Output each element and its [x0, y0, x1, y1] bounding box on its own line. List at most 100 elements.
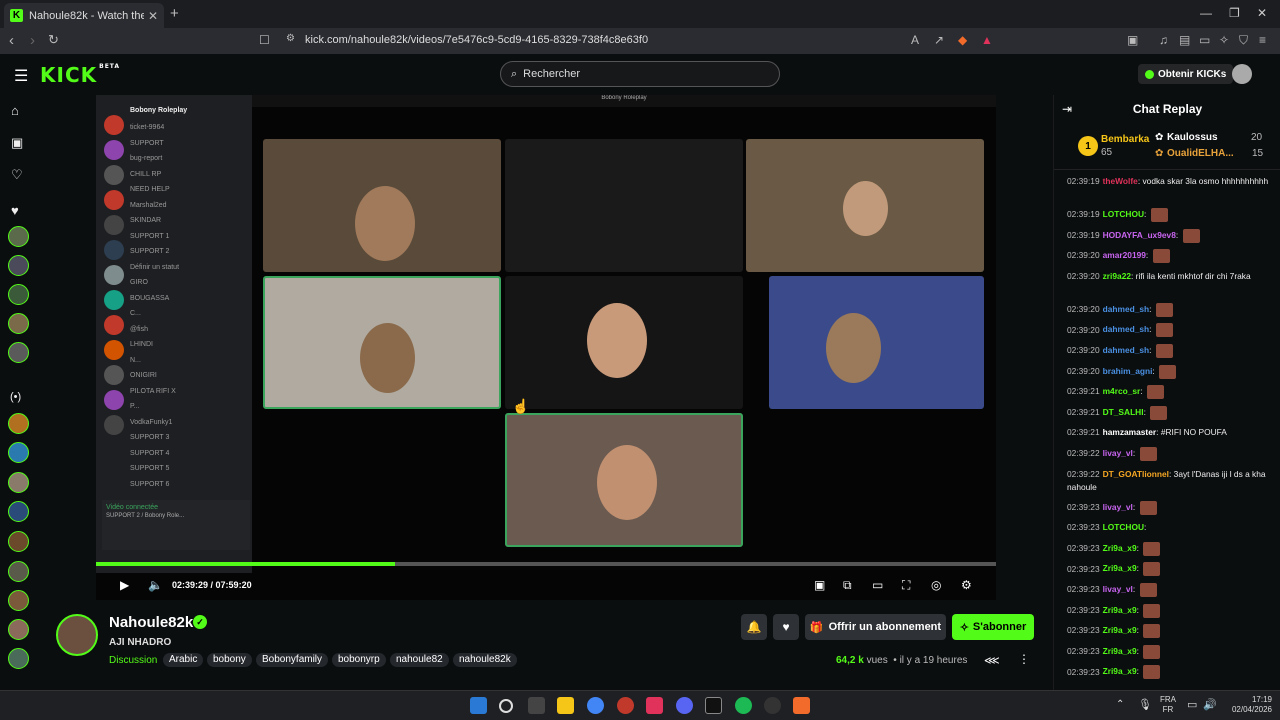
followed-channel-avatar[interactable]	[8, 255, 29, 276]
close-tab-icon[interactable]: ✕	[148, 9, 158, 23]
followed-channel-avatar[interactable]	[8, 531, 29, 552]
message-username[interactable]: livay_vl	[1103, 502, 1133, 512]
tag-chip[interactable]: Bobonyfamily	[256, 653, 329, 667]
brave-rewards-icon[interactable]: ▲	[981, 33, 993, 47]
browser-tab[interactable]: K Nahoule82k - Watch the VOD o ✕	[4, 3, 164, 28]
followed-channel-avatar[interactable]	[8, 413, 29, 434]
vpn-icon[interactable]: ⛉	[1239, 33, 1248, 48]
message-username[interactable]: LOTCHOU	[1103, 522, 1144, 532]
task-view-icon[interactable]	[528, 697, 545, 714]
clip-icon[interactable]: ▣	[814, 578, 825, 592]
message-username[interactable]: Zri9a_x9	[1103, 625, 1137, 635]
message-username[interactable]: theWolfe	[1103, 176, 1138, 186]
network-icon[interactable]: ▭	[1187, 698, 1197, 711]
translate-icon[interactable]: A	[911, 33, 919, 47]
menu-icon[interactable]: ≡	[1259, 33, 1266, 47]
kick-logo[interactable]: KICK BETA	[40, 63, 120, 87]
get-kicks-button[interactable]: Obtenir KICKs	[1138, 64, 1234, 84]
fullscreen-icon[interactable]: ⛶	[902, 578, 910, 593]
message-username[interactable]: dahmed_sh	[1103, 325, 1150, 335]
message-username[interactable]: Zri9a_x9	[1103, 564, 1137, 574]
microphone-icon[interactable]: 🎙	[1138, 698, 1152, 711]
close-window-icon[interactable]: ✕	[1257, 6, 1267, 20]
favorites-icon[interactable]: ♥	[11, 203, 19, 218]
share-page-icon[interactable]: ↗	[934, 33, 944, 47]
theater-mode-icon[interactable]: ▭	[872, 578, 883, 592]
tray-overflow-icon[interactable]: ⌃	[1116, 699, 1124, 710]
message-username[interactable]: dahmed_sh	[1103, 345, 1150, 355]
forward-icon[interactable]: ›	[30, 32, 35, 49]
back-icon[interactable]: ‹	[9, 32, 14, 49]
speed-icon[interactable]: ◎	[931, 578, 941, 592]
tag-chip[interactable]: nahoule82k	[453, 653, 517, 667]
sidebar-toggle-icon[interactable]: ▤	[1179, 33, 1190, 47]
message-username[interactable]: Zri9a_x9	[1103, 667, 1137, 677]
minimize-icon[interactable]: —	[1200, 6, 1212, 20]
message-username[interactable]: Zri9a_x9	[1103, 605, 1137, 615]
message-username[interactable]: DT_SALHI	[1103, 407, 1144, 417]
hamburger-menu-icon[interactable]: ☰	[14, 66, 28, 86]
tag-chip[interactable]: Arabic	[163, 653, 204, 667]
volume-tray-icon[interactable]: 🔊	[1203, 698, 1217, 711]
url-field[interactable]: kick.com/nahoule82k/videos/7e5476c9-5cd9…	[305, 34, 648, 46]
message-username[interactable]: LOTCHOU	[1103, 209, 1144, 219]
message-username[interactable]: m4rco_sr	[1103, 386, 1141, 396]
followed-channel-avatar[interactable]	[8, 472, 29, 493]
message-username[interactable]: HODAYFA_ux9ev8	[1103, 230, 1176, 240]
message-username[interactable]: livay_vl	[1103, 584, 1133, 594]
followed-channel-avatar[interactable]	[8, 342, 29, 363]
followed-channel-avatar[interactable]	[8, 648, 29, 669]
new-tab-icon[interactable]: +	[170, 5, 179, 22]
reload-icon[interactable]: ↻	[48, 32, 59, 48]
message-username[interactable]: zri9a22	[1103, 271, 1131, 281]
file-explorer-icon[interactable]	[557, 697, 574, 714]
followed-channel-avatar[interactable]	[8, 501, 29, 522]
user-avatar[interactable]	[1232, 64, 1252, 84]
obs-icon[interactable]	[764, 697, 781, 714]
share-icon[interactable]: ⋘	[984, 654, 1000, 667]
subscribe-button[interactable]: ✧ S'abonner	[952, 614, 1034, 640]
category-link[interactable]: Discussion	[109, 655, 157, 666]
followed-channel-avatar[interactable]	[8, 619, 29, 640]
brave-icon[interactable]	[793, 697, 810, 714]
clock[interactable]: 17:19 02/04/2026	[1226, 695, 1272, 715]
video-player[interactable]: Bobony Roleplay Bobony Roleplay ticket-9…	[96, 95, 996, 600]
message-username[interactable]: Zri9a_x9	[1103, 543, 1137, 553]
message-username[interactable]: brahim_agni	[1103, 366, 1153, 376]
opera-icon[interactable]	[617, 697, 634, 714]
channel-name[interactable]: Nahoule82k	[109, 614, 193, 631]
pip-icon[interactable]: ⧉	[843, 578, 852, 593]
channel-avatar[interactable]	[56, 614, 98, 656]
restore-icon[interactable]: ❐	[1229, 6, 1240, 20]
followed-channel-avatar[interactable]	[8, 442, 29, 463]
message-username[interactable]: Zri9a_x9	[1103, 646, 1137, 656]
home-icon[interactable]: ⌂	[11, 103, 19, 118]
followed-channel-avatar[interactable]	[8, 590, 29, 611]
wallet-icon[interactable]: ▭	[1199, 33, 1210, 47]
language-indicator[interactable]: FRA FR	[1160, 695, 1176, 715]
discord-icon[interactable]	[676, 697, 693, 714]
bookmark-icon[interactable]: ☐	[259, 33, 270, 47]
tag-chip[interactable]: nahoule82	[390, 653, 449, 667]
following-icon[interactable]: ♡	[11, 167, 23, 183]
more-options-icon[interactable]: ⋮	[1018, 652, 1030, 666]
message-username[interactable]: amar20199	[1103, 250, 1146, 260]
play-icon[interactable]: ▶	[120, 578, 129, 592]
search-input[interactable]: ⌕ Rechercher	[500, 61, 780, 87]
tag-chip[interactable]: bobony	[207, 653, 252, 667]
gift-sub-button[interactable]: 🎁 Offrir un abonnement	[805, 614, 946, 640]
brave-shield-icon[interactable]: ◆	[958, 33, 967, 47]
settings-icon[interactable]: ⚙	[961, 578, 972, 592]
followed-channel-avatar[interactable]	[8, 561, 29, 582]
message-username[interactable]: hamzamaster	[1103, 427, 1157, 437]
capcut-icon[interactable]	[705, 697, 722, 714]
taskbar-search-icon[interactable]	[499, 699, 513, 713]
video-progress-bar[interactable]	[96, 562, 996, 566]
message-username[interactable]: dahmed_sh	[1103, 304, 1150, 314]
live-channels-icon[interactable]: (•)	[10, 391, 21, 403]
tag-chip[interactable]: bobonyrp	[332, 653, 386, 667]
notification-bell-button[interactable]: 🔔	[741, 614, 767, 640]
app-icon[interactable]	[646, 697, 663, 714]
browse-icon[interactable]: ▣	[11, 135, 23, 151]
screenshot-icon[interactable]: ▣	[1127, 33, 1138, 47]
